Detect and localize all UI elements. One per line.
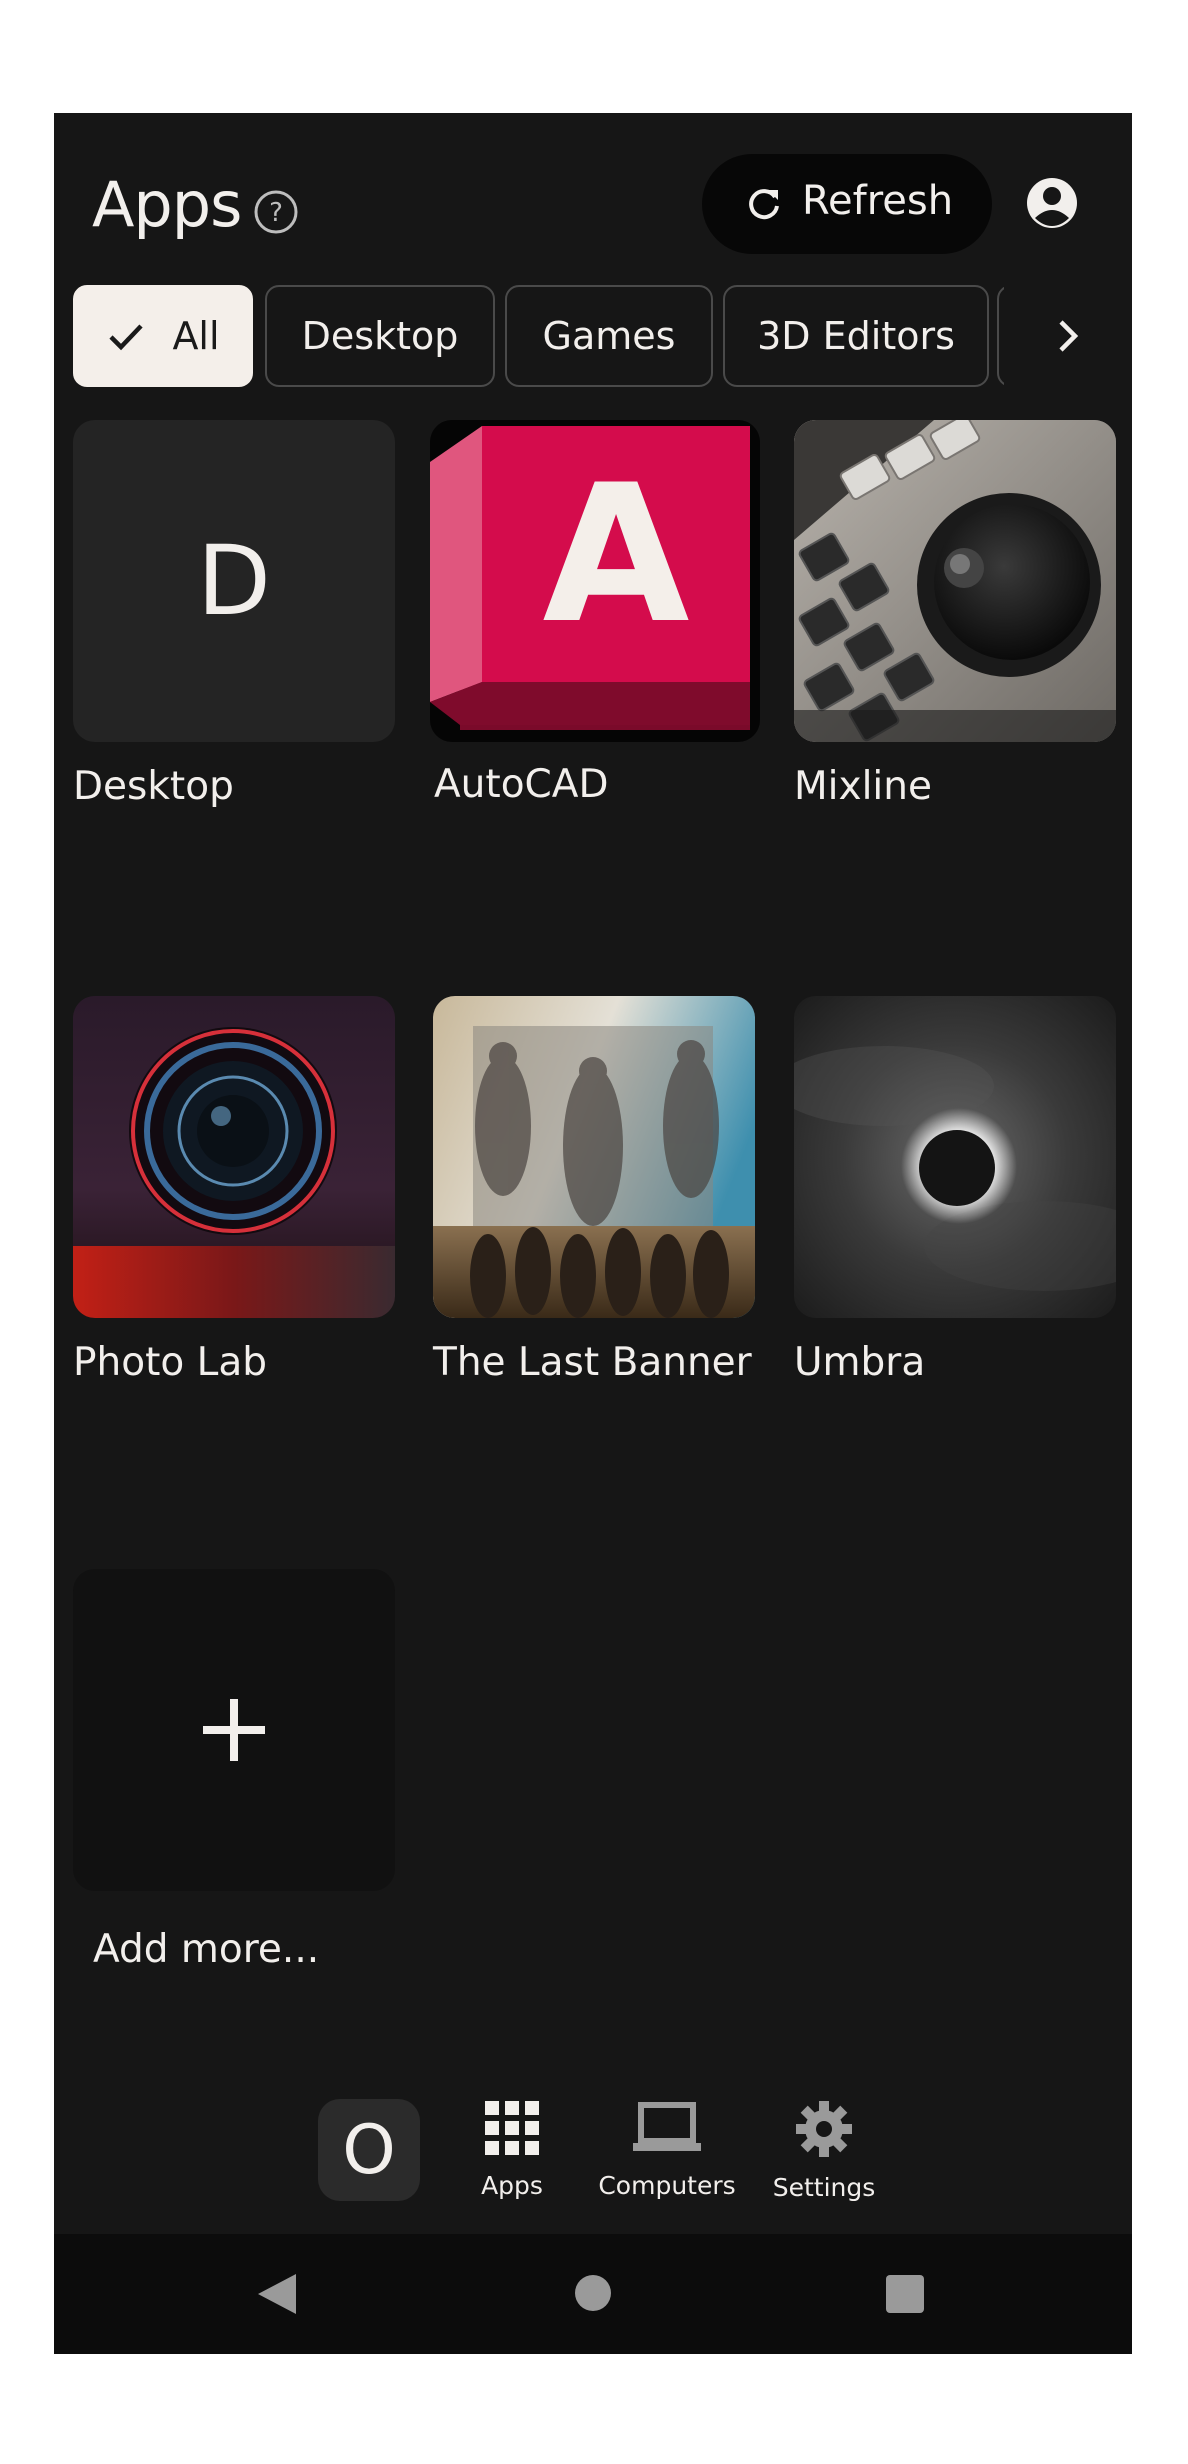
nav-computers[interactable]: Computers (592, 2099, 742, 2200)
photo-lab-thumbnail (73, 996, 395, 1318)
control-panel-image (794, 420, 1116, 742)
app-name: Desktop (73, 764, 234, 809)
check-icon (109, 324, 144, 351)
app-name: Photo Lab (73, 1340, 268, 1385)
recents-icon[interactable] (886, 2275, 924, 2313)
page-title: Apps (92, 168, 242, 241)
eclipse-image (794, 996, 1116, 1318)
chip-desktop[interactable]: Desktop (265, 285, 495, 387)
warriors-artwork-image (433, 996, 755, 1318)
chevron-right-icon (1059, 320, 1079, 352)
app-tile-autocad[interactable]: A AutoCAD (430, 420, 760, 807)
nav-settings[interactable]: Settings (764, 2099, 884, 2202)
add-more-tile[interactable]: Add more... (73, 1569, 395, 1972)
chip-label: All (172, 314, 220, 358)
nav-label: Apps (481, 2171, 543, 2200)
app-screen: Apps ? Refresh All Desktop Games 3D Edit… (54, 113, 1132, 2354)
nav-label: Computers (598, 2171, 736, 2200)
header: Apps ? Refresh (54, 113, 1132, 283)
home-logo: O (342, 2110, 396, 2190)
nav-apps[interactable]: Apps (452, 2099, 572, 2200)
laptop-icon (633, 2102, 701, 2151)
app-tile-photo-lab[interactable]: Photo Lab (73, 996, 395, 1385)
app-name: Mixline (794, 764, 932, 809)
chip-all[interactable]: All (73, 285, 253, 387)
add-more-label: Add more... (93, 1927, 320, 1972)
grid-icon (485, 2101, 539, 2155)
refresh-label: Refresh (802, 178, 954, 224)
home-system-icon[interactable] (574, 2274, 612, 2312)
nav-label: Settings (772, 2173, 876, 2202)
account-icon[interactable] (1025, 176, 1079, 230)
chips-scroll-right-button[interactable] (1004, 285, 1132, 387)
app-tile-desktop[interactable]: D Desktop (73, 420, 395, 809)
umbra-thumbnail (794, 996, 1116, 1318)
the-last-banner-thumbnail (433, 996, 755, 1318)
desktop-thumbnail: D (73, 420, 395, 742)
app-name: AutoCAD (434, 762, 609, 807)
refresh-icon (749, 189, 779, 220)
app-tile-the-last-banner[interactable]: The Last Banner (433, 996, 755, 1385)
chip-label: Desktop (301, 314, 459, 358)
autocad-logo-icon: A (430, 420, 760, 742)
app-name: Umbra (794, 1340, 926, 1385)
bottom-navigation: O Apps Computers Settings (54, 2099, 1132, 2227)
add-more-thumbnail (73, 1569, 395, 1891)
system-navigation-bar (54, 2234, 1132, 2354)
camera-lens-image (73, 996, 395, 1318)
desktop-letter: D (197, 525, 271, 637)
home-button[interactable]: O (318, 2099, 420, 2201)
refresh-button[interactable]: Refresh (702, 154, 992, 254)
chip-games[interactable]: Games (505, 285, 713, 387)
chip-label: Games (542, 314, 676, 358)
svg-text:?: ? (269, 198, 283, 228)
app-name: The Last Banner (433, 1340, 752, 1385)
app-tile-umbra[interactable]: Umbra (794, 996, 1116, 1385)
help-icon[interactable]: ? (253, 189, 299, 235)
gear-icon (796, 2101, 852, 2157)
mixline-thumbnail (794, 420, 1116, 742)
autocad-letter: A (542, 443, 690, 665)
filter-chips: All Desktop Games 3D Editors (54, 285, 1132, 389)
plus-icon (203, 1699, 265, 1761)
app-tile-mixline[interactable]: Mixline (794, 420, 1116, 809)
back-icon[interactable] (256, 2272, 298, 2316)
chip-label: 3D Editors (757, 314, 955, 358)
chip-3d-editors[interactable]: 3D Editors (723, 285, 989, 387)
